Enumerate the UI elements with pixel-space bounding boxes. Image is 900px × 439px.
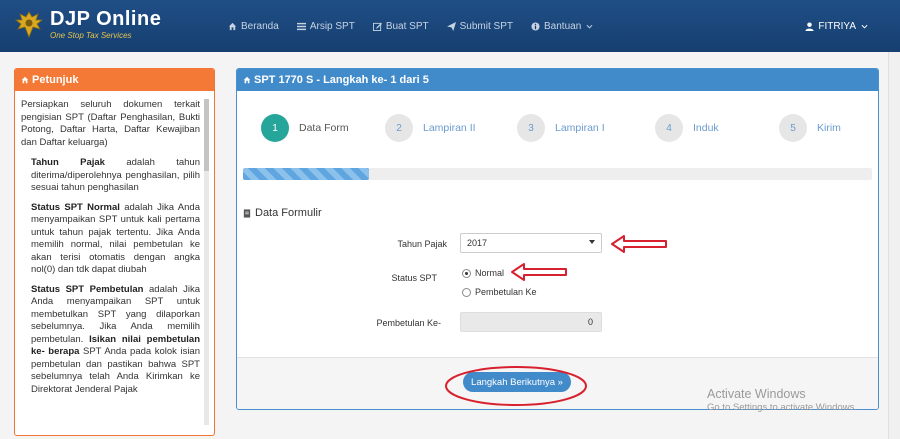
- nav-label: Submit SPT: [459, 20, 513, 32]
- document-icon: [243, 208, 251, 218]
- radio-label: Pembetulan Ke: [475, 287, 537, 297]
- status-normal-radio[interactable]: Normal: [462, 268, 504, 278]
- step-label: Lampiran I: [555, 122, 605, 134]
- petunjuk-panel: Petunjuk Persiapkan seluruh dokumen terk…: [14, 68, 215, 436]
- step-number: 4: [655, 114, 683, 142]
- step-data-form[interactable]: 1 Data Form: [261, 114, 349, 142]
- spt-wizard-panel: SPT 1770 S - Langkah ke- 1 dari 5 1 Data…: [236, 68, 879, 410]
- spt-wizard-title: SPT 1770 S - Langkah ke- 1 dari 5: [254, 74, 429, 86]
- home-icon: [243, 76, 251, 84]
- brand[interactable]: DJP Online One Stop Tax Services: [14, 8, 161, 41]
- chevron-down-icon: [861, 24, 868, 29]
- step-number: 1: [261, 114, 289, 142]
- pembetulan-ke-label: Pembetulan Ke-: [376, 318, 441, 328]
- nav-submit-spt[interactable]: Submit SPT: [446, 20, 513, 32]
- step-number: 5: [779, 114, 807, 142]
- home-icon: [228, 22, 237, 30]
- watermark-line1: Activate Windows: [707, 387, 806, 401]
- petunjuk-scroll-thumb[interactable]: [204, 99, 209, 171]
- step-number: 3: [517, 114, 545, 142]
- progress-fill: [243, 168, 369, 180]
- edit-icon: [372, 22, 382, 31]
- user-menu[interactable]: FITRIYA: [805, 0, 872, 52]
- petunjuk-item-term: Status SPT Normal: [31, 201, 120, 213]
- step-label: Kirim: [817, 122, 841, 134]
- step-label: Lampiran II: [423, 122, 476, 134]
- top-navbar: DJP Online One Stop Tax Services Beranda…: [0, 0, 900, 52]
- petunjuk-item: Tahun Pajak adalah tahun diterima/dipero…: [21, 157, 200, 195]
- pembetulan-ke-input: 0: [460, 312, 602, 332]
- petunjuk-header: Petunjuk: [15, 69, 214, 91]
- step-lampiran-i[interactable]: 3 Lampiran I: [517, 114, 605, 142]
- brand-title: DJP Online: [50, 8, 162, 30]
- step-induk[interactable]: 4 Induk: [655, 114, 719, 142]
- main-nav: Beranda Arsip SPT Buat SPT Submit SPT Ba…: [228, 0, 615, 52]
- spt-wizard-header: SPT 1770 S - Langkah ke- 1 dari 5: [237, 69, 878, 91]
- step-kirim[interactable]: 5 Kirim: [779, 114, 841, 142]
- radio-unchecked-icon: [462, 287, 471, 297]
- watermark-line2: Go to Settings to activate Windows.: [707, 402, 857, 413]
- nav-bantuan[interactable]: Bantuan: [531, 21, 597, 32]
- petunjuk-item-term: Tahun Pajak: [31, 157, 105, 168]
- info-icon: [531, 21, 540, 31]
- radio-checked-icon: [462, 268, 471, 278]
- home-icon: [21, 76, 29, 84]
- garuda-logo-icon: [14, 10, 44, 38]
- step-number: 2: [385, 114, 413, 142]
- chevron-down-icon: [586, 24, 593, 29]
- step-lampiran-ii[interactable]: 2 Lampiran II: [385, 114, 476, 142]
- nav-label: Bantuan: [544, 20, 582, 32]
- status-spt-label: Status SPT: [391, 273, 437, 283]
- status-pembetulan-radio[interactable]: Pembetulan Ke: [462, 287, 537, 297]
- list-icon: [296, 22, 306, 30]
- tahun-pajak-select[interactable]: 2017: [460, 233, 602, 253]
- nav-label: Buat SPT: [385, 20, 429, 32]
- wizard-steps: 1 Data Form 2 Lampiran II 3 Lampiran I 4…: [237, 114, 878, 144]
- tahun-pajak-label: Tahun Pajak: [397, 239, 447, 249]
- windows-activation-watermark: Activate Windows Go to Settings to activ…: [707, 387, 857, 414]
- next-step-button[interactable]: Langkah Berikutnya »: [463, 372, 571, 392]
- user-icon: [805, 21, 814, 31]
- nav-buat-spt[interactable]: Buat SPT: [372, 20, 429, 32]
- brand-subtitle: One Stop Tax Services: [50, 31, 132, 40]
- petunjuk-item: Status SPT Normal adalah Jika Anda menya…: [21, 202, 200, 277]
- page-scrollbar[interactable]: [888, 52, 900, 439]
- nav-label: Arsip SPT: [309, 20, 355, 32]
- user-name: FITRIYA: [818, 20, 856, 32]
- petunjuk-item: Status SPT Pembetulan adalah Jika Anda m…: [21, 284, 200, 397]
- step-label: Induk: [693, 122, 719, 134]
- wizard-progress-bar: [243, 168, 872, 180]
- section-title: Data Formulir: [243, 207, 322, 219]
- tahun-pajak-value: 2017: [467, 238, 488, 248]
- section-title-text: Data Formulir: [255, 207, 322, 219]
- petunjuk-intro: Persiapkan seluruh dokumen terkait pengi…: [21, 99, 200, 148]
- radio-label: Normal: [475, 268, 505, 278]
- nav-beranda[interactable]: Beranda: [228, 21, 279, 32]
- petunjuk-title: Petunjuk: [32, 74, 79, 86]
- pembetulan-ke-value: 0: [587, 317, 593, 327]
- nav-label: Beranda: [241, 20, 279, 32]
- petunjuk-body: Persiapkan seluruh dokumen terkait pengi…: [15, 91, 214, 396]
- petunjuk-item-term: Status SPT Pembetulan: [31, 283, 144, 295]
- step-label: Data Form: [299, 122, 349, 134]
- send-icon: [446, 21, 456, 31]
- caret-down-icon: [589, 240, 595, 244]
- nav-arsip-spt[interactable]: Arsip SPT: [296, 20, 355, 32]
